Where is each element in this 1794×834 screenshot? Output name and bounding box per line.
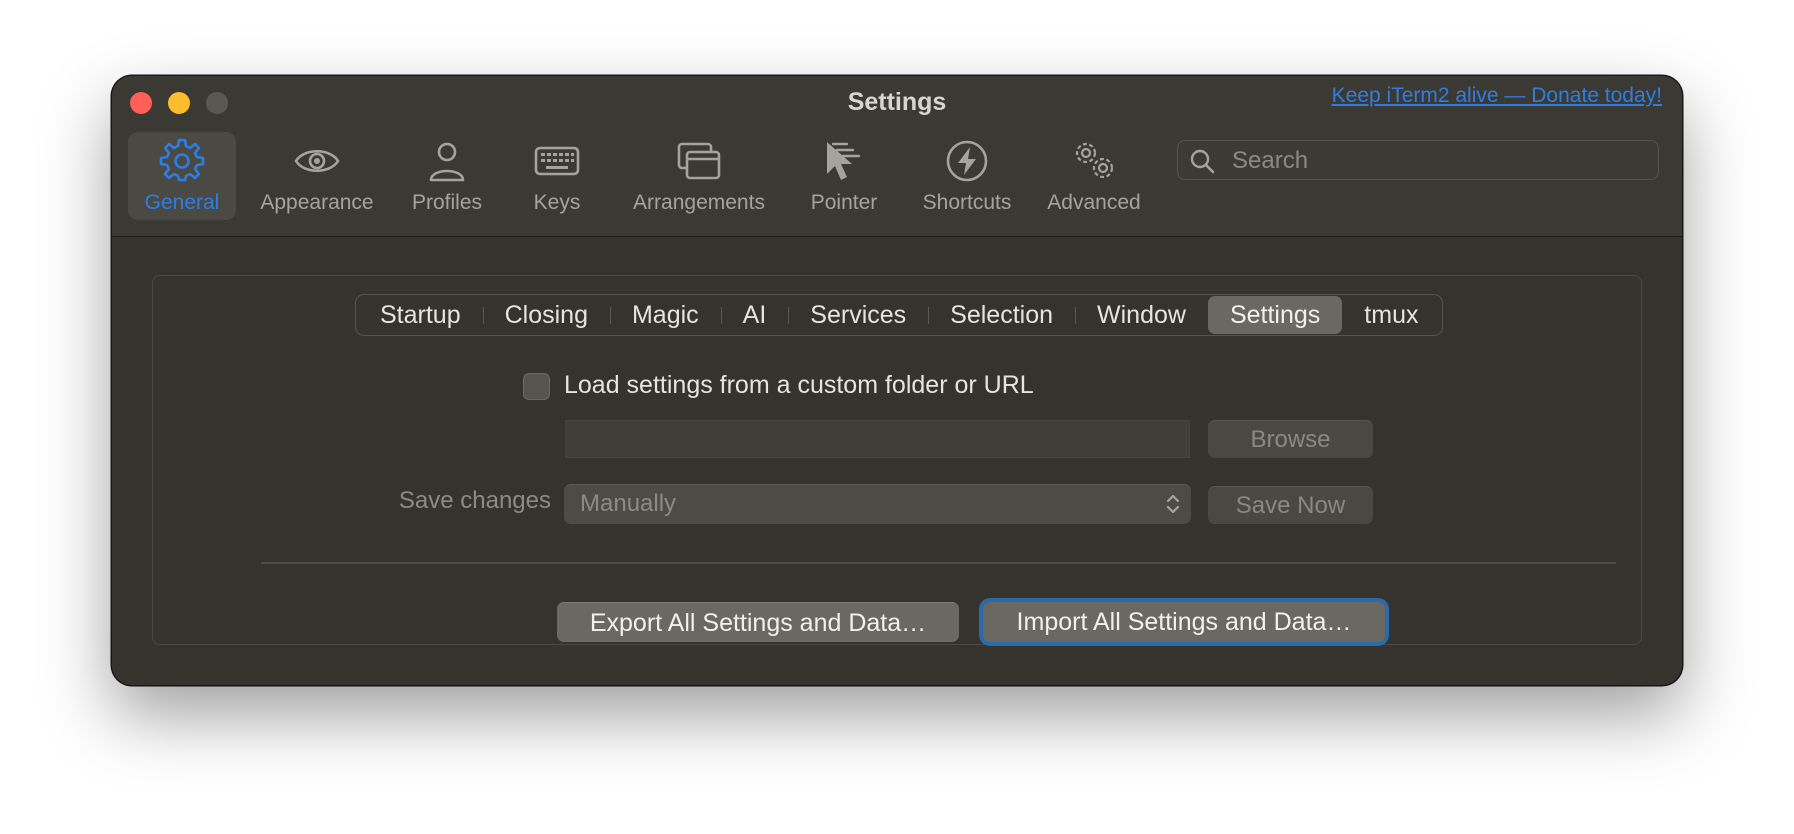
import-settings-button[interactable]: Import All Settings and Data… [983, 602, 1385, 642]
toolbar-item-label: General [144, 191, 220, 214]
load-settings-checkbox[interactable] [523, 373, 550, 400]
donate-link[interactable]: Keep iTerm2 alive — Donate today! [1332, 84, 1662, 108]
toolbar-item-profiles[interactable]: Profiles [402, 132, 492, 220]
bolt-icon [944, 138, 990, 184]
tab-ai[interactable]: AI [720, 296, 789, 334]
tab-settings[interactable]: Settings [1207, 296, 1343, 334]
search-input[interactable] [1230, 141, 1654, 180]
content-area: Startup Closing Magic AI Services Select… [112, 237, 1682, 685]
settings-panel: Startup Closing Magic AI Services Select… [152, 275, 1642, 645]
toolbar-item-shortcuts[interactable]: Shortcuts [912, 132, 1022, 220]
toolbar-item-advanced[interactable]: Advanced [1039, 132, 1149, 220]
tab-selection[interactable]: Selection [928, 296, 1075, 334]
toolbar-item-label: Advanced [1047, 191, 1141, 214]
toolbar-item-label: Arrangements [633, 191, 765, 214]
toolbar-item-label: Keys [533, 191, 581, 214]
gears-icon [1071, 138, 1117, 184]
toolbar-item-appearance[interactable]: Appearance [252, 132, 382, 220]
windows-icon [676, 138, 722, 184]
toolbar: Settings Keep iTerm2 alive — Donate toda… [112, 76, 1682, 237]
toolbar-item-label: Appearance [260, 191, 374, 214]
tab-window[interactable]: Window [1075, 296, 1208, 334]
tab-startup[interactable]: Startup [358, 296, 483, 334]
search-box[interactable] [1177, 140, 1659, 180]
toolbar-item-arrangements[interactable]: Arrangements [624, 132, 774, 220]
tab-closing[interactable]: Closing [482, 296, 610, 334]
load-settings-label[interactable]: Load settings from a custom folder or UR… [564, 371, 1034, 400]
settings-window: Settings Keep iTerm2 alive — Donate toda… [112, 76, 1682, 685]
toolbar-item-label: Profiles [411, 191, 483, 214]
tab-tmux[interactable]: tmux [1342, 296, 1440, 334]
toolbar-item-label: Pointer [810, 191, 878, 214]
person-icon [424, 138, 470, 184]
toolbar-item-pointer[interactable]: Pointer [804, 132, 884, 220]
toolbar-item-general[interactable]: General [128, 132, 236, 220]
divider [261, 562, 1616, 564]
tab-bar: Startup Closing Magic AI Services Select… [355, 294, 1444, 336]
tab-services[interactable]: Services [788, 296, 928, 334]
save-changes-select[interactable]: Manually [564, 484, 1191, 524]
save-changes-value: Manually [580, 490, 677, 517]
eye-icon [294, 138, 340, 184]
export-settings-button[interactable]: Export All Settings and Data… [557, 602, 959, 642]
browse-button[interactable]: Browse [1208, 420, 1373, 458]
keyboard-icon [534, 138, 580, 184]
chevron-up-down-icon [1165, 492, 1181, 516]
toolbar-item-label: Shortcuts [922, 191, 1012, 214]
pointer-icon [821, 138, 867, 184]
toolbar-item-keys[interactable]: Keys [522, 132, 592, 220]
save-changes-label: Save changes [398, 487, 551, 514]
save-now-button[interactable]: Save Now [1208, 486, 1373, 524]
gear-icon [159, 138, 205, 184]
search-icon [1189, 148, 1215, 174]
custom-folder-field[interactable] [565, 420, 1190, 458]
tab-magic[interactable]: Magic [609, 296, 721, 334]
